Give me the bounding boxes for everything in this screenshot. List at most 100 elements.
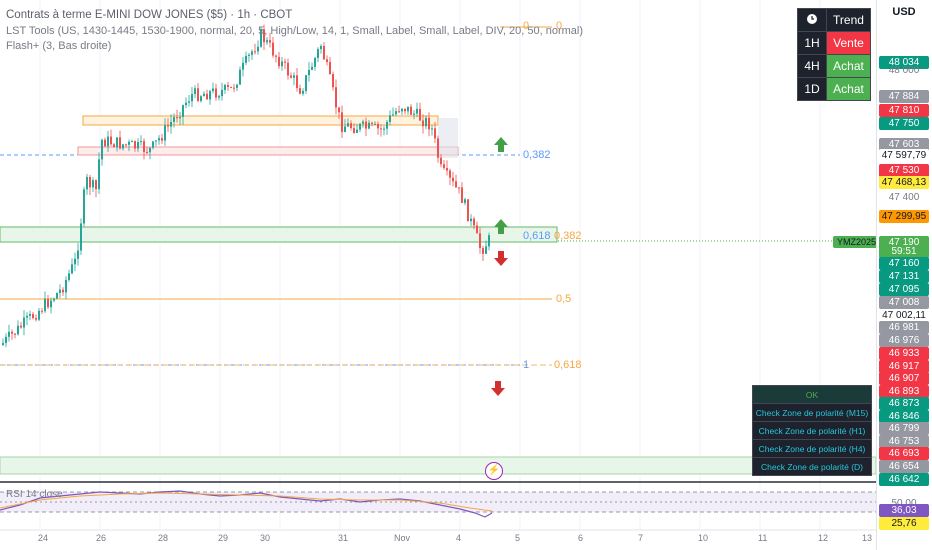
candle-body [104,139,106,147]
candle-body [413,113,415,115]
candle-body [446,168,448,171]
price-chart[interactable] [0,0,876,550]
candle-body [140,141,142,143]
candle-body [233,87,235,89]
price-label: 25,76 [879,517,929,530]
flash-icon[interactable]: ⚡ [485,462,503,480]
candle-body [452,177,454,182]
candle-body [167,125,169,127]
candle-body [359,123,361,130]
candle-body [215,88,217,98]
candle-body [227,84,229,87]
candle-body [8,331,10,337]
trend-signal: Vente [826,31,871,55]
candle-body [281,61,283,67]
candle-body [197,88,199,101]
price-label: 47 750 [879,117,929,130]
candle-body [47,298,49,308]
candle-body [218,96,220,98]
candle-body [113,144,115,148]
candle-body [377,123,379,129]
candle-body [407,106,409,112]
candle-body [164,125,166,141]
candle-body [365,121,367,129]
candle-body [173,117,175,122]
candle-body [29,314,31,316]
polarity-check: Check Zone de polarité (M15) [752,403,872,422]
candle-body [326,59,328,63]
candle-body [458,187,460,189]
candle-body [419,108,421,121]
rsi-legend[interactable]: RSI 14 close [6,489,63,500]
fib-label: 0,618 [523,230,551,242]
candle-body [329,62,331,75]
candle-body [53,298,55,301]
price-label: 47 400 [888,192,920,203]
price-label: 46 654 [879,460,929,473]
trend-timeframe: 1H [797,31,827,55]
time-axis-label: 13 [862,533,873,543]
candle-body [134,141,136,149]
candle-body [461,187,463,203]
indicator-legend-lst[interactable]: LST Tools (US, 1430-1445, 1530-1900, nor… [6,25,583,37]
candle-body [110,136,112,145]
candle-body [389,115,391,123]
price-label: 46 933 [879,347,929,360]
candle-body [149,147,151,153]
down-arrow-icon [494,251,508,266]
time-axis-label: 7 [638,533,644,543]
candle-body [32,314,34,319]
price-label: 46 693 [879,447,929,460]
candle-body [62,289,64,293]
time-axis-label: 11 [758,533,768,543]
candle-body [98,159,100,190]
candle-body [68,273,70,280]
fib-label: 0 [556,20,563,32]
price-scale[interactable]: 48 034 48 000 47 884 47 810 47 750 47 603 47 5… [876,0,932,550]
candle-body [41,310,43,312]
candle-body [284,61,286,63]
candle-body [35,318,37,320]
candle-body [221,89,223,97]
candle-body [350,123,352,129]
candle-body [254,51,256,53]
candle-body [44,298,46,312]
candle-body [401,108,403,112]
time-axis-label: 12 [818,533,829,543]
time-axis-label: 24 [38,533,49,543]
candle-body [161,138,163,141]
candle-body [488,235,490,247]
candle-body [176,117,178,119]
fib-label: 0,382 [554,230,582,242]
candle-body [476,225,478,234]
polarity-check: Check Zone de polarité (H4) [752,439,872,458]
candle-body [71,264,73,274]
time-axis-label: 29 [218,533,229,543]
price-label: 46 642 [879,473,929,486]
candle-body [206,93,208,100]
candle-body [314,57,316,67]
time-axis-label: 28 [158,533,169,543]
grid [39,0,821,530]
candle-body [344,126,346,133]
price-label: 46 981 [879,321,929,334]
candle-body [239,69,241,85]
time-axis-label: 26 [96,533,107,543]
trend-header: Trend [826,8,871,32]
resistance-zone-orange [82,115,439,126]
candle-body [152,141,154,148]
indicator-legend-flash[interactable]: Flash+ (3, Bas droite) [6,40,111,52]
trend-timeframe: 1D [797,77,827,101]
polarity-check: Check Zone de polarité (H1) [752,421,872,440]
candle-body [437,138,439,158]
candle-body [467,199,469,222]
candle-body [443,164,445,169]
candle-body [158,138,160,141]
polarity-check: Check Zone de polarité (D) [752,457,872,476]
candle-body [305,75,307,91]
candle-body [368,122,370,129]
candle-body [380,128,382,130]
candle-body [92,180,94,188]
candle-body [479,233,481,249]
currency-label[interactable]: USD [876,6,932,18]
